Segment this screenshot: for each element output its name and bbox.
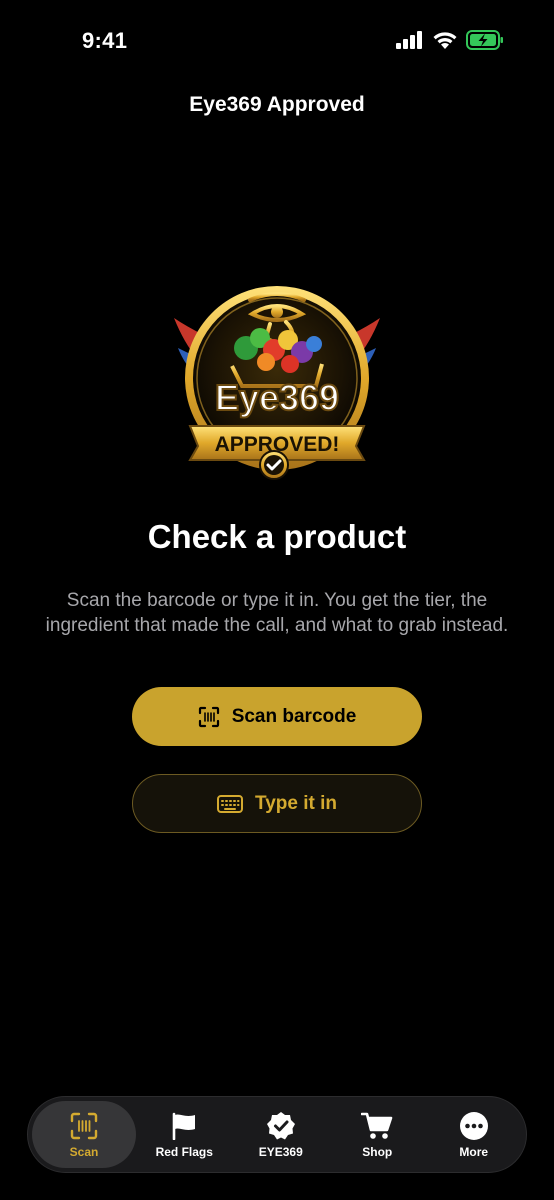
description-text: Scan the barcode or type it in. You get … xyxy=(45,590,509,636)
tab-eye369[interactable]: EYE369 xyxy=(233,1101,330,1168)
cellular-signal-icon xyxy=(396,31,422,49)
status-bar: 9:41 xyxy=(0,0,554,84)
logo-brand-text: Eye369 xyxy=(215,377,339,418)
tab-red-flags[interactable]: Red Flags xyxy=(136,1101,233,1168)
battery-charging-icon xyxy=(466,30,503,50)
barcode-scan-icon xyxy=(70,1112,98,1139)
keyboard-icon xyxy=(217,794,243,813)
wifi-icon xyxy=(433,31,457,49)
tab-shop-label: Shop xyxy=(362,1144,393,1159)
barcode-scan-icon xyxy=(198,706,219,727)
page-title: Eye369 Approved xyxy=(189,93,365,116)
tab-scan-label: Scan xyxy=(69,1144,99,1159)
tab-more-label: More xyxy=(459,1144,489,1159)
cart-icon xyxy=(361,1112,393,1139)
tab-shop[interactable]: Shop xyxy=(329,1101,426,1168)
tab-more[interactable]: More xyxy=(426,1101,523,1168)
verified-badge-icon xyxy=(266,1111,295,1139)
scan-barcode-button[interactable]: Scan barcode xyxy=(132,687,422,746)
type-it-in-button[interactable]: Type it in xyxy=(132,774,422,833)
tab-eye369-label: EYE369 xyxy=(258,1144,303,1159)
tab-red-flags-label: Red Flags xyxy=(155,1144,213,1159)
eye369-approved-logo: Eye369 APPROVED! xyxy=(174,286,380,480)
type-it-in-label: Type it in xyxy=(255,792,337,814)
main-heading: Check a product xyxy=(147,518,407,555)
scan-barcode-label: Scan barcode xyxy=(231,705,357,727)
status-icons xyxy=(396,30,504,50)
tab-bar: Scan Red Flags EYE369 Shop More xyxy=(27,1096,527,1173)
tab-scan[interactable]: Scan xyxy=(32,1101,136,1168)
flag-icon xyxy=(172,1112,196,1140)
status-time: 9:41 xyxy=(82,28,128,53)
more-icon xyxy=(459,1111,488,1140)
